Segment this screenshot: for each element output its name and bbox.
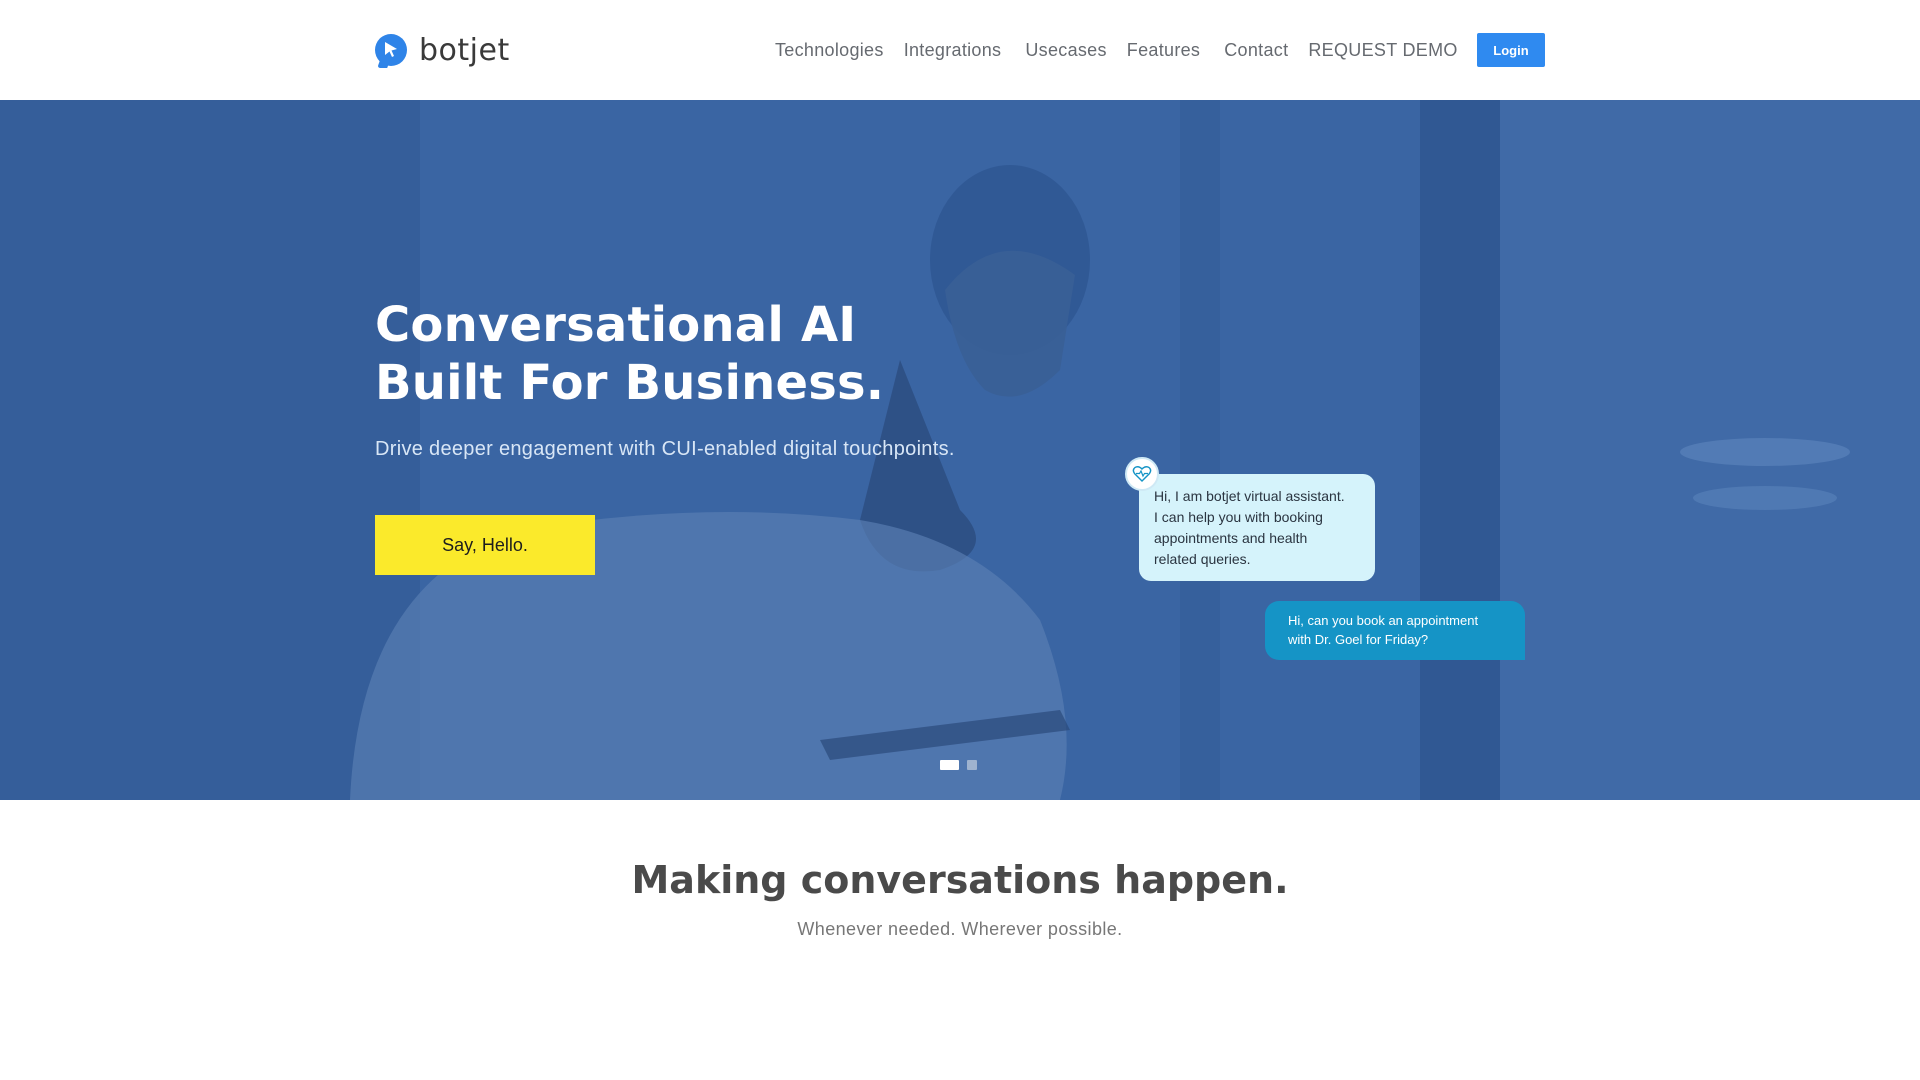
carousel-dot-2[interactable]	[967, 760, 977, 770]
hero-title: Conversational AI Built For Business.	[375, 296, 884, 412]
hero-banner: Conversational AI Built For Business. Dr…	[0, 100, 1920, 800]
bot-message-line: I can help you with booking	[1154, 509, 1323, 525]
bot-message-bubble: Hi, I am botjet virtual assistant. I can…	[1139, 474, 1375, 581]
nav-integrations[interactable]: Integrations	[904, 40, 1002, 61]
bot-message-line: appointments and health	[1154, 530, 1308, 546]
section-subtitle: Whenever needed. Wherever possible.	[797, 919, 1123, 939]
hero-background-image	[0, 100, 1920, 800]
bot-message-line: Hi, I am botjet virtual assistant.	[1154, 488, 1345, 504]
user-message-line: with Dr. Goel for Friday?	[1288, 632, 1429, 647]
logo-text: botjet	[419, 32, 510, 68]
botjet-logo[interactable]: botjet	[375, 30, 510, 70]
bot-heart-icon	[1132, 466, 1152, 482]
login-button[interactable]: Login	[1477, 33, 1545, 67]
nav-technologies[interactable]: Technologies	[775, 40, 884, 61]
carousel-indicators	[940, 760, 985, 770]
section-title: Making conversations happen.	[631, 858, 1289, 902]
bot-avatar	[1125, 457, 1159, 491]
hero-subtitle: Drive deeper engagement with CUI-enabled…	[375, 438, 955, 460]
hero-title-line-2: Built For Business.	[375, 355, 885, 411]
say-hello-button[interactable]: Say, Hello.	[375, 515, 595, 575]
site-header: botjet Technologies Integrations Usecase…	[0, 0, 1920, 100]
user-message-line: Hi, can you book an appointment	[1288, 613, 1479, 628]
bot-message-line: related queries.	[1154, 551, 1251, 567]
user-message-bubble: Hi, can you book an appointment with Dr.…	[1265, 601, 1525, 660]
main-nav: Technologies Integrations Usecases Featu…	[775, 32, 1478, 68]
botjet-logo-icon	[375, 34, 407, 66]
nav-usecases[interactable]: Usecases	[1025, 40, 1106, 61]
carousel-dot-1[interactable]	[940, 760, 959, 770]
nav-contact[interactable]: Contact	[1224, 40, 1288, 61]
nav-features[interactable]: Features	[1127, 40, 1200, 61]
nav-request-demo[interactable]: REQUEST DEMO	[1308, 40, 1457, 61]
hero-title-line-1: Conversational AI	[375, 297, 857, 353]
